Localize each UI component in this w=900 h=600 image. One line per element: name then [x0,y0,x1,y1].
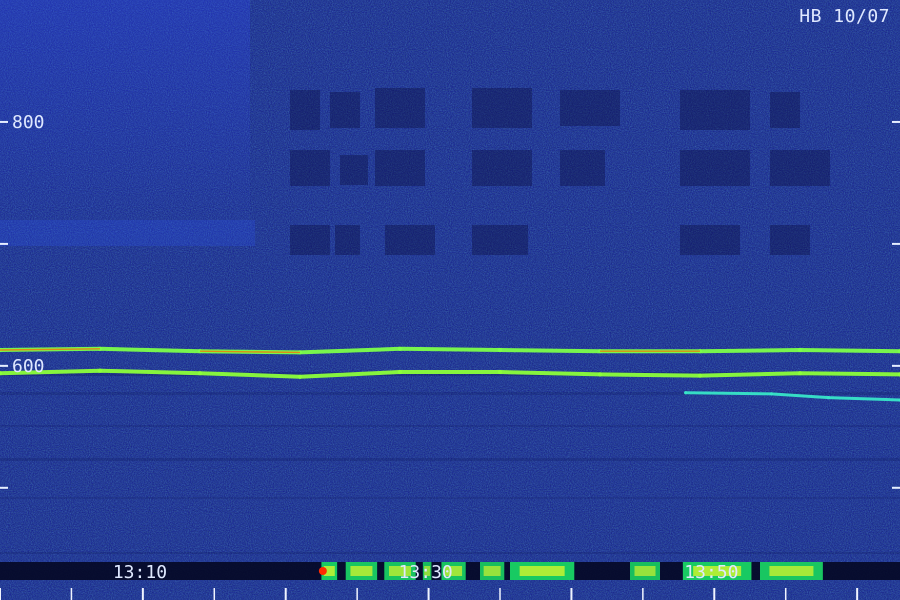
spectrogram-frame: 800 600 13:10 13:30 13:50 HB 10/07 [0,0,900,600]
y-tick-label-1: 800 [12,112,45,133]
x-tick-label-3: 13:50 [684,562,738,583]
series-2-point-4 [297,374,303,379]
x-tick-label-1: 13:10 [113,562,167,583]
station-label: HB 10/07 [799,6,890,27]
series-2-point-5 [397,369,403,375]
series-2-point-3 [197,371,203,376]
dark-block-1 [290,90,320,130]
series-1-point-6 [497,347,503,353]
x-tick-label-2: 13:30 [399,562,453,583]
dark-block-6 [680,90,750,130]
series-1-point-9 [797,347,803,353]
series-1-point-5 [397,346,403,351]
dark-block-8 [290,150,330,186]
series-2-point-8 [697,373,703,378]
activity-burst-core-2 [350,566,373,576]
dark-block-11 [472,150,532,186]
series-2-point-9 [797,371,803,376]
series-2-point-6 [497,369,503,375]
activity-burst-core-10 [769,566,814,576]
dark-block-13 [680,150,750,186]
dark-block-14 [770,150,830,186]
horizontal-band-5 [0,497,900,499]
dark-block-9 [340,155,368,185]
series-3-point-3 [827,396,831,400]
series-3-point-2 [769,392,774,396]
dark-block-15 [290,225,330,255]
dark-block-5 [560,90,620,126]
series-2-point-7 [597,372,603,377]
activity-hotspot [318,567,327,575]
horizontal-band-3 [0,425,900,427]
dark-block-7 [770,92,800,128]
dark-block-2 [330,92,360,128]
dark-block-17 [385,225,435,255]
activity-burst-core-6 [483,566,501,576]
dark-block-18 [472,225,528,255]
horizontal-band-6 [0,552,900,554]
activity-burst-core-7 [519,566,565,576]
dark-block-20 [770,225,810,255]
dark-block-3 [375,88,425,128]
dark-block-12 [560,150,605,186]
dark-block-4 [472,88,532,128]
dark-block-10 [375,150,425,186]
left-low-band [0,220,255,246]
y-tick-label-2: 600 [12,356,45,377]
dark-block-19 [680,225,740,255]
spectrogram-chart: 800 600 13:10 13:30 13:50 [0,0,900,600]
dark-block-16 [335,225,360,255]
horizontal-band-4 [0,458,900,461]
series-3-point-1 [684,391,688,395]
series-2-point-2 [97,368,103,373]
activity-burst-core-8 [634,566,656,576]
